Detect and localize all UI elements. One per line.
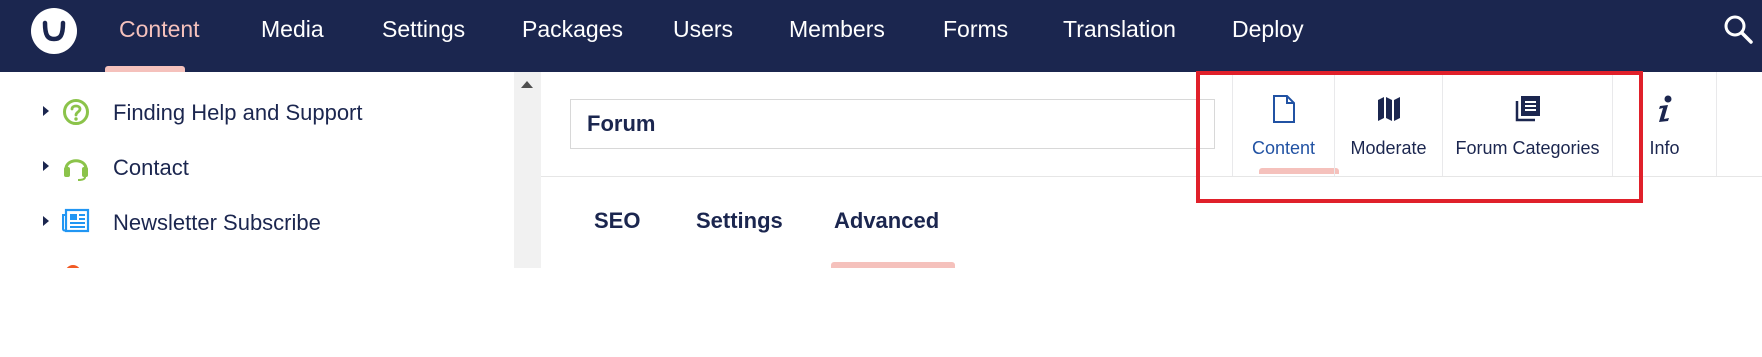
highlight-box: [1196, 71, 1643, 203]
nav-members[interactable]: Members: [789, 16, 885, 42]
headset-icon: [62, 152, 90, 181]
info-icon: [1651, 94, 1679, 124]
tree-item-partial-icon: [65, 265, 81, 268]
tab-seo[interactable]: SEO: [594, 208, 640, 234]
expand-caret-icon[interactable]: [43, 161, 49, 171]
app-divider: [1716, 72, 1762, 176]
nav-packages[interactable]: Packages: [522, 16, 623, 42]
newspaper-icon: [62, 208, 90, 236]
scroll-up-arrow-icon[interactable]: [521, 81, 533, 88]
umbraco-logo-icon[interactable]: [31, 8, 77, 54]
node-name-input[interactable]: [570, 99, 1215, 149]
nav-content[interactable]: Content: [119, 16, 200, 42]
tree-item-newsletter[interactable]: Newsletter Subscribe: [0, 200, 514, 244]
tree-item-label: Finding Help and Support: [113, 100, 363, 125]
nav-settings[interactable]: Settings: [382, 16, 465, 42]
nav-forms[interactable]: Forms: [943, 16, 1008, 42]
expand-caret-icon[interactable]: [43, 106, 49, 116]
top-navigation-bar: Content Media Settings Packages Users Me…: [0, 0, 1762, 72]
nav-deploy[interactable]: Deploy: [1232, 16, 1304, 42]
tree-item-label: Contact: [113, 155, 189, 180]
tab-settings[interactable]: Settings: [696, 208, 783, 234]
content-tree: Finding Help and Support Contact Newslet…: [0, 72, 514, 268]
expand-caret-icon[interactable]: [43, 216, 49, 226]
nav-users[interactable]: Users: [673, 16, 733, 42]
nav-media[interactable]: Media: [261, 16, 324, 42]
search-icon[interactable]: [1722, 13, 1754, 45]
tree-item-finding-help[interactable]: Finding Help and Support: [0, 90, 514, 134]
tree-item-contact[interactable]: Contact: [0, 145, 514, 189]
tab-active-indicator: [831, 262, 955, 268]
tab-advanced[interactable]: Advanced: [834, 208, 939, 234]
tree-scrollbar[interactable]: [514, 72, 541, 268]
nav-translation[interactable]: Translation: [1063, 16, 1176, 42]
tree-item-label: Newsletter Subscribe: [113, 210, 321, 235]
question-circle-icon: [62, 98, 90, 126]
